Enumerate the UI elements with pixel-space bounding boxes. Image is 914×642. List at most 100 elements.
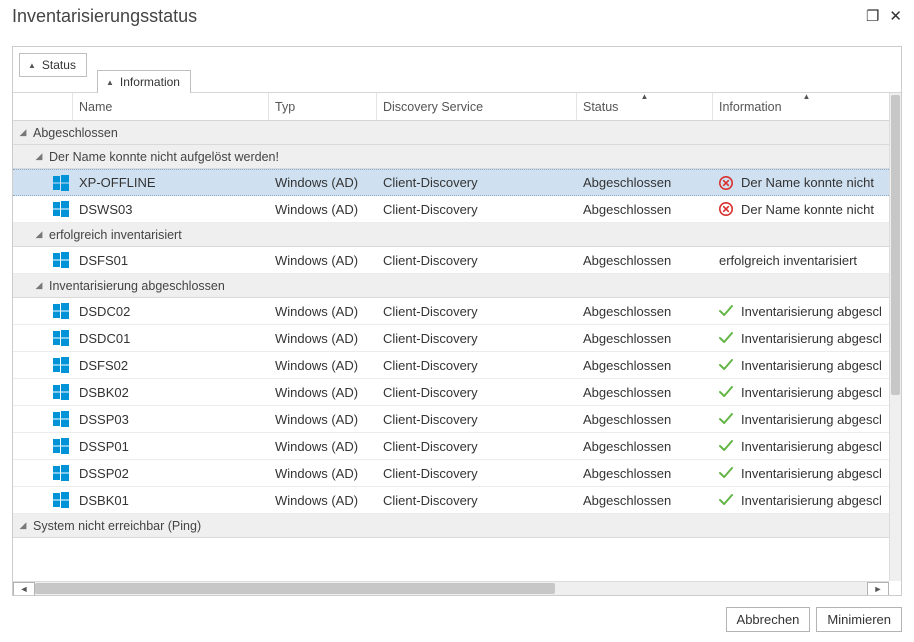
cell-name: XP-OFFLINE xyxy=(73,175,269,190)
group-by-bar: ▲ Status ▲ Information xyxy=(13,47,901,93)
cell-typ: Windows (AD) xyxy=(269,439,377,454)
column-information[interactable]: ▲Information xyxy=(713,93,901,120)
check-icon xyxy=(719,385,733,399)
column-discovery[interactable]: Discovery Service xyxy=(377,93,577,120)
scroll-track[interactable] xyxy=(35,582,867,595)
group-label: Inventarisierung abgeschlossen xyxy=(49,279,225,293)
cell-discovery: Client-Discovery xyxy=(377,175,577,190)
check-icon xyxy=(719,304,733,318)
cell-typ: Windows (AD) xyxy=(269,253,377,268)
cell-name: DSFS02 xyxy=(73,358,269,373)
column-headers: Name Typ Discovery Service ▲Status ▲Info… xyxy=(13,93,901,121)
windows-icon xyxy=(53,438,69,454)
chevron-up-icon: ▲ xyxy=(106,78,114,87)
group-row[interactable]: ◢erfolgreich inventarisiert xyxy=(13,223,889,247)
cell-typ: Windows (AD) xyxy=(269,175,377,190)
cell-status: Abgeschlossen xyxy=(577,493,713,508)
minimize-button[interactable]: Minimieren xyxy=(816,607,902,632)
cell-status: Abgeschlossen xyxy=(577,412,713,427)
cell-information: Inventarisierung abgescl xyxy=(713,331,889,346)
cell-status: Abgeschlossen xyxy=(577,466,713,481)
group-row[interactable]: ◢System nicht erreichbar (Ping) xyxy=(13,514,889,538)
sort-asc-icon: ▲ xyxy=(641,93,649,101)
error-icon xyxy=(719,176,733,190)
cell-discovery: Client-Discovery xyxy=(377,202,577,217)
column-status[interactable]: ▲Status xyxy=(577,93,713,120)
column-expander[interactable] xyxy=(13,93,73,120)
cell-discovery: Client-Discovery xyxy=(377,385,577,400)
group-row[interactable]: ◢ Inventarisierung abgeschlossen xyxy=(13,274,889,298)
scroll-right-button[interactable]: ► xyxy=(867,582,889,596)
group-tab-information[interactable]: ▲ Information xyxy=(97,70,191,94)
table-row[interactable]: DSFS01Windows (AD)Client-DiscoveryAbgesc… xyxy=(13,247,889,274)
cell-typ: Windows (AD) xyxy=(269,202,377,217)
cell-name: DSBK02 xyxy=(73,385,269,400)
table-row[interactable]: DSBK02Windows (AD)Client-DiscoveryAbgesc… xyxy=(13,379,889,406)
table-row[interactable]: DSSP03Windows (AD)Client-DiscoveryAbgesc… xyxy=(13,406,889,433)
windows-icon xyxy=(53,175,69,191)
cell-typ: Windows (AD) xyxy=(269,493,377,508)
titlebar: Inventarisierungsstatus ❐ ✕ xyxy=(0,0,914,31)
cell-name: DSBK01 xyxy=(73,493,269,508)
cell-information: Der Name konnte nicht xyxy=(713,175,889,190)
column-typ[interactable]: Typ xyxy=(269,93,377,120)
check-icon xyxy=(719,466,733,480)
cell-information: Inventarisierung abgescl xyxy=(713,466,889,481)
windows-icon xyxy=(53,492,69,508)
group-label: Der Name konnte nicht aufgelöst werden! xyxy=(49,150,279,164)
cell-information: Der Name konnte nicht xyxy=(713,202,889,217)
cancel-button[interactable]: Abbrechen xyxy=(726,607,811,632)
scroll-left-button[interactable]: ◄ xyxy=(13,582,35,596)
group-row[interactable]: ◢Abgeschlossen xyxy=(13,121,889,145)
check-icon xyxy=(719,412,733,426)
cell-typ: Windows (AD) xyxy=(269,385,377,400)
check-icon xyxy=(719,331,733,345)
cell-information: Inventarisierung abgescl xyxy=(713,439,889,454)
expand-icon: ◢ xyxy=(33,151,45,162)
table-row[interactable]: DSDC02Windows (AD)Client-DiscoveryAbgesc… xyxy=(13,298,889,325)
cell-information: Inventarisierung abgescl xyxy=(713,304,889,319)
cell-status: Abgeschlossen xyxy=(577,253,713,268)
group-tab-label: Status xyxy=(42,58,76,72)
windows-icon xyxy=(53,357,69,373)
cell-name: DSFS01 xyxy=(73,253,269,268)
cell-name: DSWS03 xyxy=(73,202,269,217)
table-row[interactable]: DSWS03Windows (AD)Client-DiscoveryAbgesc… xyxy=(13,196,889,223)
cell-name: DSSP01 xyxy=(73,439,269,454)
table-row[interactable]: DSFS02Windows (AD)Client-DiscoveryAbgesc… xyxy=(13,352,889,379)
sort-asc-icon: ▲ xyxy=(803,93,811,101)
vertical-scrollbar[interactable] xyxy=(889,93,901,581)
check-icon xyxy=(719,439,733,453)
close-icon[interactable]: ✕ xyxy=(889,9,902,24)
check-icon xyxy=(719,493,733,507)
cell-information: erfolgreich inventarisiert xyxy=(713,253,889,268)
scroll-thumb[interactable] xyxy=(891,95,900,395)
error-icon xyxy=(719,202,733,216)
table-row[interactable]: DSBK01Windows (AD)Client-DiscoveryAbgesc… xyxy=(13,487,889,514)
table-row[interactable]: DSDC01Windows (AD)Client-DiscoveryAbgesc… xyxy=(13,325,889,352)
table-row[interactable]: DSSP02Windows (AD)Client-DiscoveryAbgesc… xyxy=(13,460,889,487)
cell-typ: Windows (AD) xyxy=(269,331,377,346)
expand-icon: ◢ xyxy=(33,280,45,291)
group-label: System nicht erreichbar (Ping) xyxy=(33,519,201,533)
table-row[interactable]: DSSP01Windows (AD)Client-DiscoveryAbgesc… xyxy=(13,433,889,460)
group-row[interactable]: ◢ Der Name konnte nicht aufgelöst werden! xyxy=(13,145,889,169)
cell-status: Abgeschlossen xyxy=(577,331,713,346)
cell-status: Abgeschlossen xyxy=(577,439,713,454)
cell-discovery: Client-Discovery xyxy=(377,466,577,481)
table-row[interactable]: XP-OFFLINEWindows (AD)Client-DiscoveryAb… xyxy=(13,169,889,196)
cell-typ: Windows (AD) xyxy=(269,358,377,373)
horizontal-scrollbar[interactable]: ◄ ► xyxy=(13,581,889,595)
column-name[interactable]: Name xyxy=(73,93,269,120)
cell-name: DSDC02 xyxy=(73,304,269,319)
window-controls: ❐ ✕ xyxy=(866,9,902,24)
maximize-icon[interactable]: ❐ xyxy=(866,9,879,24)
dialog-footer: Abbrechen Minimieren xyxy=(12,602,902,636)
windows-icon xyxy=(53,411,69,427)
cell-discovery: Client-Discovery xyxy=(377,439,577,454)
cell-discovery: Client-Discovery xyxy=(377,493,577,508)
cell-discovery: Client-Discovery xyxy=(377,304,577,319)
grid-body: ◢Abgeschlossen◢Der Name konnte nicht auf… xyxy=(13,121,889,581)
group-tab-status[interactable]: ▲ Status xyxy=(19,53,87,77)
scroll-thumb[interactable] xyxy=(35,583,555,594)
